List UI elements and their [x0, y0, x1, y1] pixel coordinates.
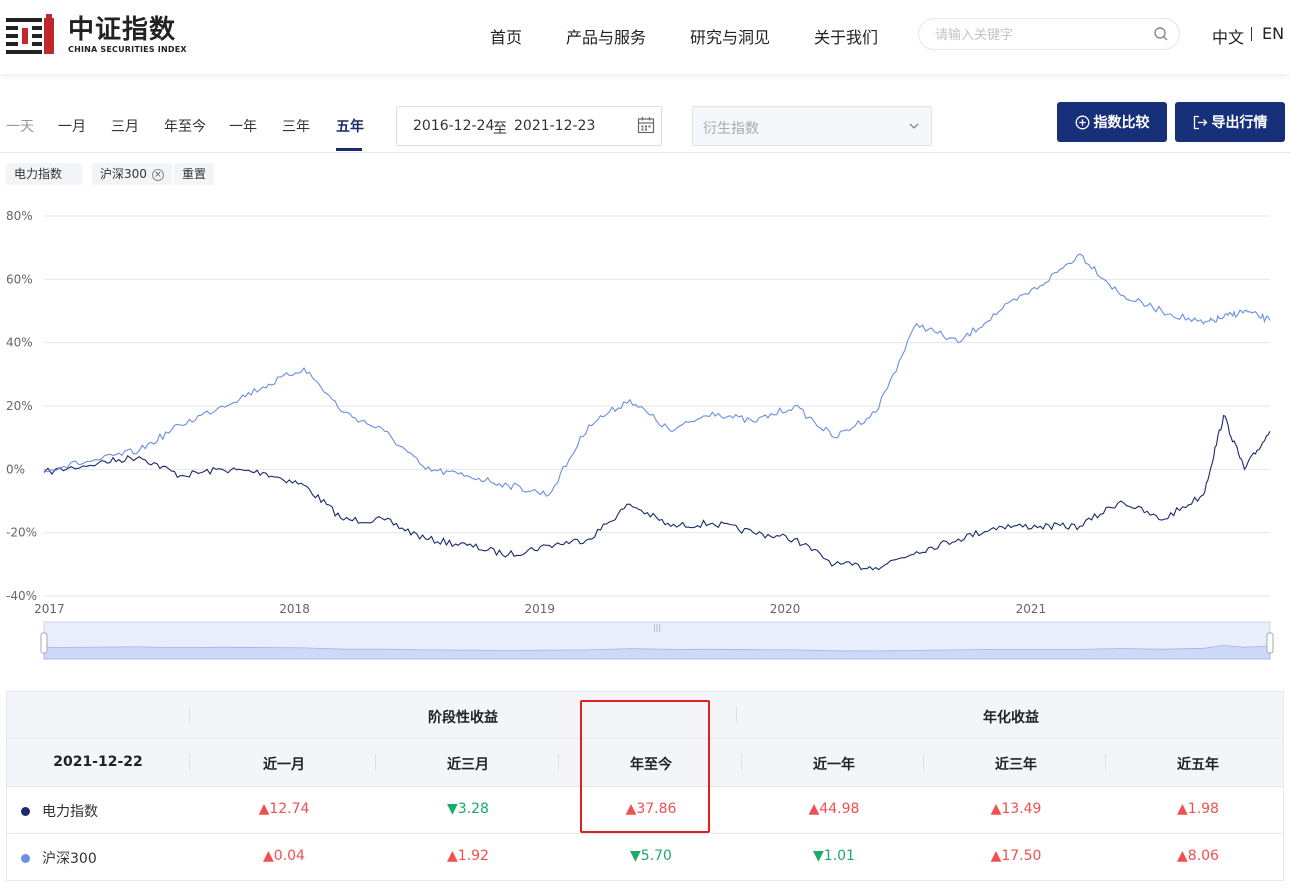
table-row-label[interactable]: 沪深300 [21, 848, 97, 868]
table-cell: ▲44.98 [808, 801, 860, 817]
table-cell: ▼1.01 [813, 848, 855, 864]
close-icon[interactable]: × [151, 168, 164, 181]
legend-dot-icon [21, 806, 30, 816]
y-tick-label: 0% [6, 462, 25, 476]
search-input[interactable] [935, 25, 1135, 45]
table-cell: ▲12.74 [258, 801, 310, 817]
x-tick-label: 2021 [1016, 602, 1047, 616]
period-one-day[interactable]: 一天 [6, 116, 34, 136]
tag-compare: 沪深300 × [92, 163, 172, 185]
period-three-month[interactable]: 三月 [111, 116, 139, 136]
x-tick-label: 2019 [525, 602, 556, 616]
column-header: 近五年 [1177, 757, 1219, 773]
derivative-index-select[interactable]: 衍生指数 [692, 106, 932, 146]
export-icon [1193, 115, 1207, 129]
logo-mark-icon [6, 14, 54, 54]
column-header: 近一年 [813, 757, 855, 773]
table-date: 2021-12-22 [53, 754, 143, 770]
brand-logo[interactable]: 中证指数 CHINA SECURITIES INDEX [6, 12, 187, 58]
x-tick-label: 2020 [770, 602, 801, 616]
tag-compare-label: 沪深300 [100, 167, 147, 181]
series-line-index [43, 414, 1271, 571]
date-range-picker[interactable]: 2016-12-24 至 2021-12-23 [396, 106, 662, 146]
x-axis-ticks: 2017 2018 2019 2020 2021 [34, 602, 1046, 616]
column-header: 近一月 [263, 757, 305, 773]
date-start: 2016-12-24 [413, 118, 495, 134]
period-five-year[interactable]: 五年 [336, 116, 364, 136]
range-slider-right-handle[interactable] [1266, 632, 1274, 654]
y-tick-label: -20% [6, 526, 37, 540]
range-slider-grip-icon: ||| [653, 623, 661, 632]
y-tick-label: 20% [6, 399, 33, 413]
table-cell: ▼5.70 [630, 848, 672, 864]
compare-index-label: 指数比较 [1093, 115, 1150, 131]
search-box [918, 18, 1180, 50]
brand-name-cn: 中证指数 [68, 15, 177, 45]
tag-index-label: 电力指数 [14, 167, 63, 181]
chevron-down-icon [909, 123, 919, 129]
site-header: 中证指数 CHINA SECURITIES INDEX 首页 产品与服务 研究与… [0, 0, 1290, 74]
reset-button[interactable]: 重置 [174, 163, 215, 185]
line-chart: 80%60%40%20%0%-20%-40% 2017 2018 2019 2020 2… [6, 209, 1274, 660]
chart-series [43, 253, 1271, 571]
group-annual-returns: 年化收益 [983, 710, 1039, 726]
ytd-highlight-box [580, 700, 710, 833]
table-cell: ▲17.50 [990, 848, 1042, 864]
search-icon[interactable] [1153, 26, 1169, 42]
period-three-year[interactable]: 三年 [282, 116, 310, 136]
lang-cn[interactable]: 中文 [1212, 24, 1244, 48]
plus-circle-icon [1075, 115, 1089, 129]
y-axis-ticks: 80% 60% 40% 20% 0% -20% -40% [6, 209, 37, 603]
lang-en[interactable]: EN [1262, 24, 1284, 43]
series-line-benchmark [43, 253, 1271, 497]
table-cell: ▲8.06 [1177, 848, 1219, 864]
toolbar-divider [0, 152, 1290, 153]
table-cell: ▲1.92 [447, 848, 489, 864]
table-cell: ▼3.28 [447, 801, 489, 817]
group-periodic-returns: 阶段性收益 [428, 710, 498, 726]
column-header: 近三月 [447, 757, 489, 773]
table-cell: ▲0.04 [263, 848, 305, 864]
x-tick-label: 2018 [279, 602, 310, 616]
range-slider[interactable]: ||| [40, 621, 1274, 660]
nav-home[interactable]: 首页 [490, 24, 522, 48]
compare-index-button[interactable]: 指数比较 [1057, 102, 1167, 142]
export-quotes-label: 导出行情 [1211, 115, 1268, 131]
date-end: 2021-12-23 [514, 118, 596, 134]
y-tick-label: 40% [6, 336, 33, 350]
date-separator: 至 [493, 121, 507, 137]
column-header: 近三年 [995, 757, 1037, 773]
nav-about[interactable]: 关于我们 [814, 24, 878, 48]
derivative-index-placeholder: 衍生指数 [703, 121, 759, 137]
export-quotes-button[interactable]: 导出行情 [1175, 102, 1285, 142]
nav-products[interactable]: 产品与服务 [566, 24, 646, 48]
period-one-month[interactable]: 一月 [58, 116, 86, 136]
lang-separator [1251, 27, 1252, 41]
y-tick-label: -40% [6, 589, 37, 603]
reset-label: 重置 [182, 167, 207, 181]
tag-index: 电力指数 [6, 163, 82, 185]
brand-name-en: CHINA SECURITIES INDEX [68, 45, 187, 54]
period-one-year[interactable]: 一年 [229, 116, 257, 136]
table-cell: ▲13.49 [990, 801, 1042, 817]
y-tick-label: 60% [6, 272, 33, 286]
period-ytd[interactable]: 年至今 [164, 116, 206, 136]
table-cell: ▲1.98 [1177, 801, 1219, 817]
y-tick-label: 80% [6, 209, 33, 223]
range-slider-left-handle[interactable] [40, 632, 48, 654]
calendar-icon[interactable] [637, 116, 655, 134]
nav-research[interactable]: 研究与洞见 [690, 24, 770, 48]
legend-dot-icon [21, 853, 30, 863]
active-period-indicator [336, 148, 362, 151]
x-tick-label: 2017 [34, 602, 65, 616]
table-row-label[interactable]: 电力指数 [21, 801, 98, 821]
